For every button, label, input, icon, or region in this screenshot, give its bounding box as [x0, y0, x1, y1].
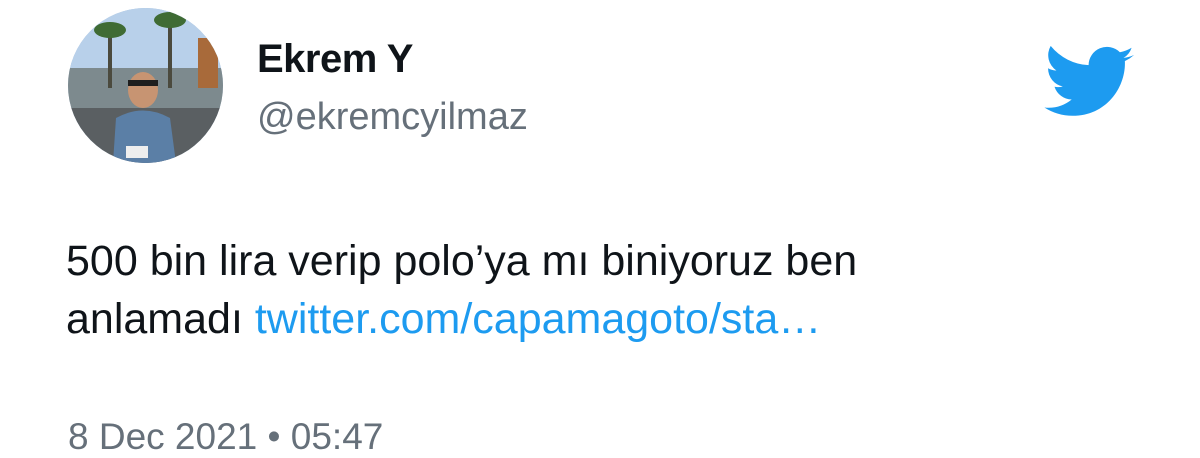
avatar-image — [68, 8, 223, 163]
tweet-link[interactable]: twitter.com/capamagoto/sta… — [255, 295, 821, 343]
tweet-card: Ekrem Y @ekremcyilmaz 500 bin lira verip… — [0, 0, 1200, 458]
tweet-timestamp[interactable]: 8 Dec 2021 • 05:47 — [68, 416, 383, 458]
tweet-text: 500 bin lira verip polo’ya mı biniyoruz … — [66, 232, 1146, 348]
twitter-bird-icon[interactable] — [1044, 46, 1136, 122]
author-handle[interactable]: @ekremcyilmaz — [257, 95, 528, 139]
tweet-text-line-2: anlamadı twitter.com/capamagoto/sta… — [66, 290, 1146, 348]
avatar[interactable] — [68, 8, 223, 163]
tweet-text-line-2-prefix: anlamadı — [66, 295, 255, 343]
author-display-name[interactable]: Ekrem Y — [257, 36, 413, 82]
tweet-text-line-1: 500 bin lira verip polo’ya mı biniyoruz … — [66, 237, 858, 285]
